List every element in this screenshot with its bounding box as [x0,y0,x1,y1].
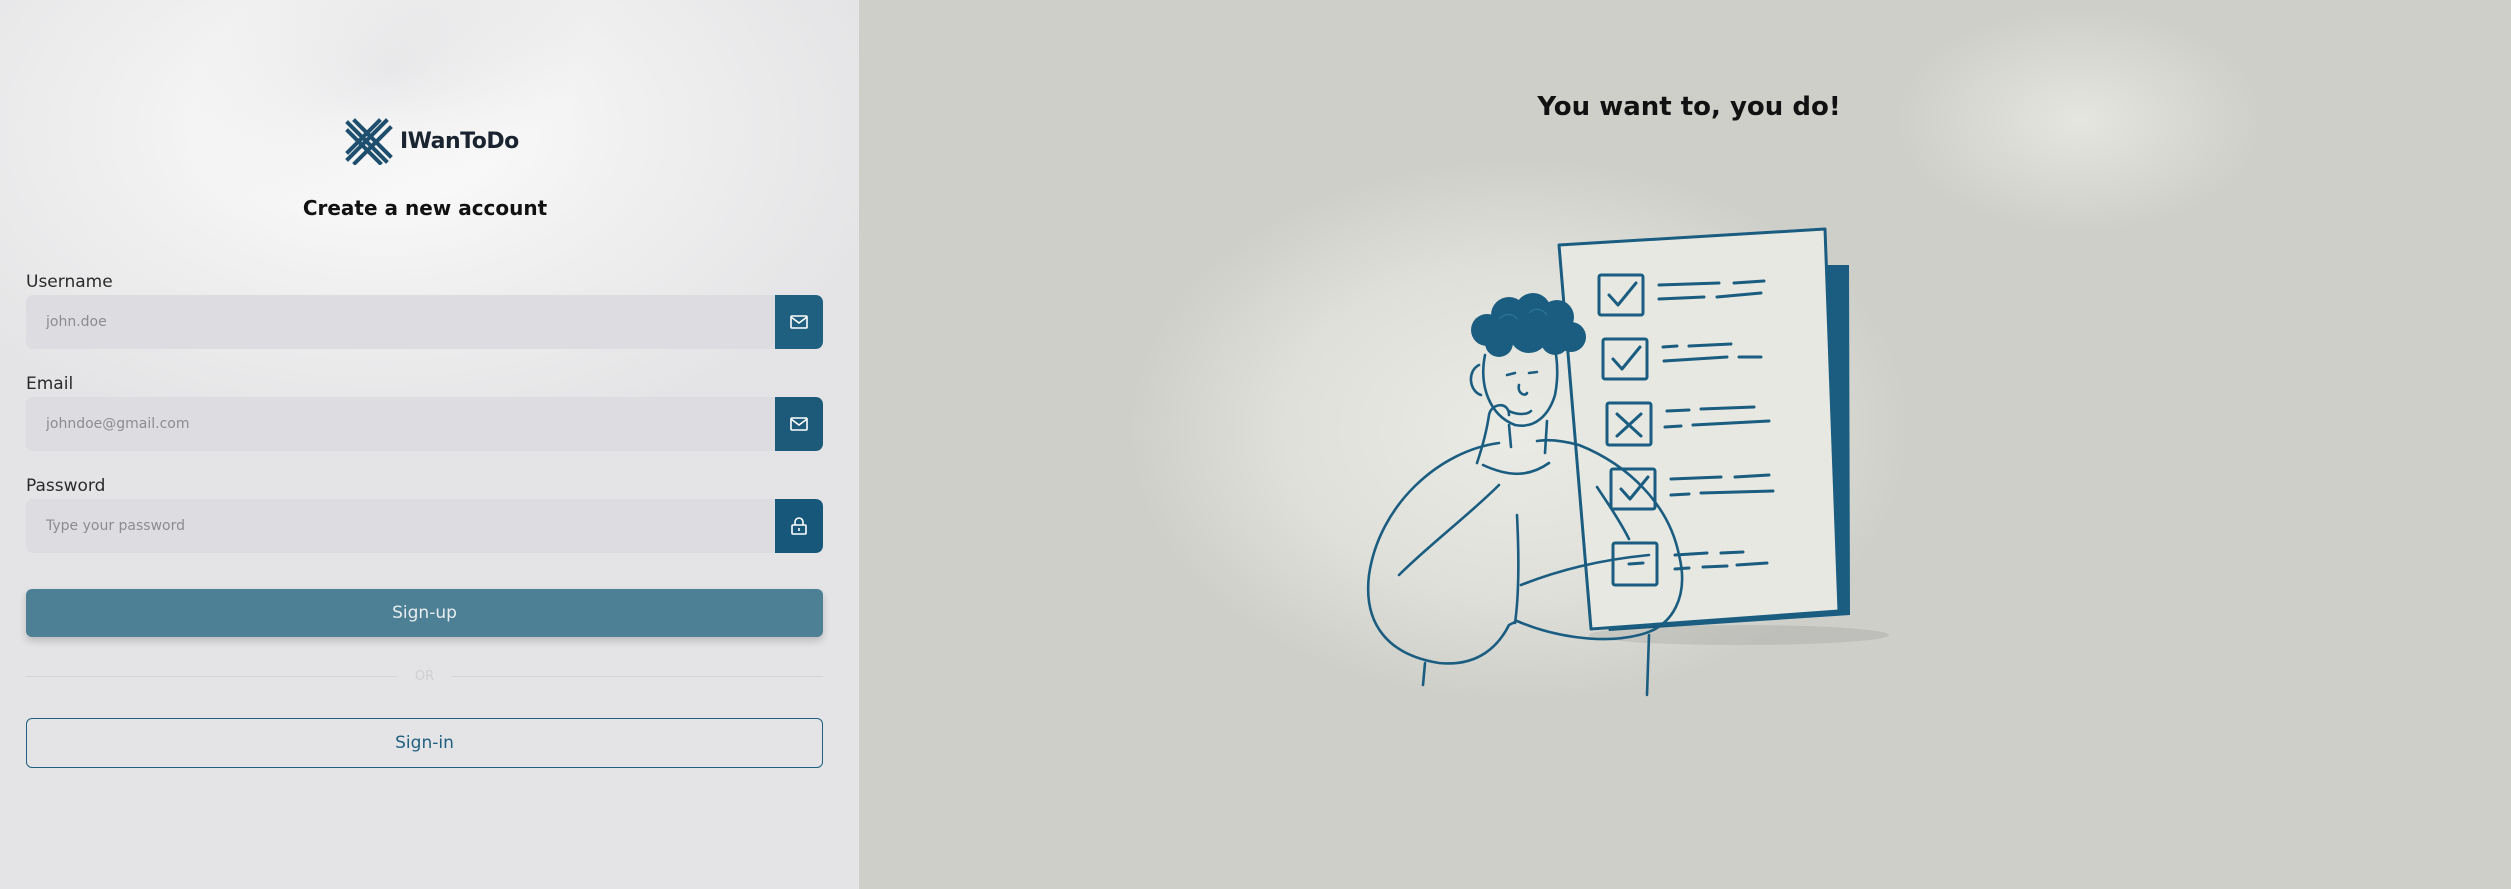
username-label: Username [26,272,113,292]
divider-line-right [452,675,824,677]
mail-icon [775,295,823,349]
signup-panel: IWanToDo Create a new account Username E… [0,0,859,889]
divider-line-left [26,675,397,677]
brand-name: IWanToDo [400,128,519,154]
email-field-group [26,397,823,451]
divider-or-text: OR [414,668,435,684]
brand-logo-icon [345,118,393,165]
username-input[interactable] [26,295,775,349]
lock-icon [775,499,823,553]
hero-tagline: You want to, you do! [1537,92,1841,122]
hero-panel: You want to, you do! [859,0,2511,889]
or-divider: OR [26,666,824,686]
thinking-person-checklist-illustration [1366,227,1889,697]
username-field-group [26,295,823,349]
email-label: Email [26,374,74,394]
form-title: Create a new account [302,196,548,220]
signup-button[interactable]: Sign-up [26,589,823,637]
password-input[interactable] [26,499,775,553]
email-input[interactable] [26,397,775,451]
brand[interactable]: IWanToDo [344,117,519,165]
signin-button[interactable]: Sign-in [26,718,823,768]
password-field-group [26,499,823,553]
password-label: Password [26,476,106,496]
mail-icon [775,397,823,451]
